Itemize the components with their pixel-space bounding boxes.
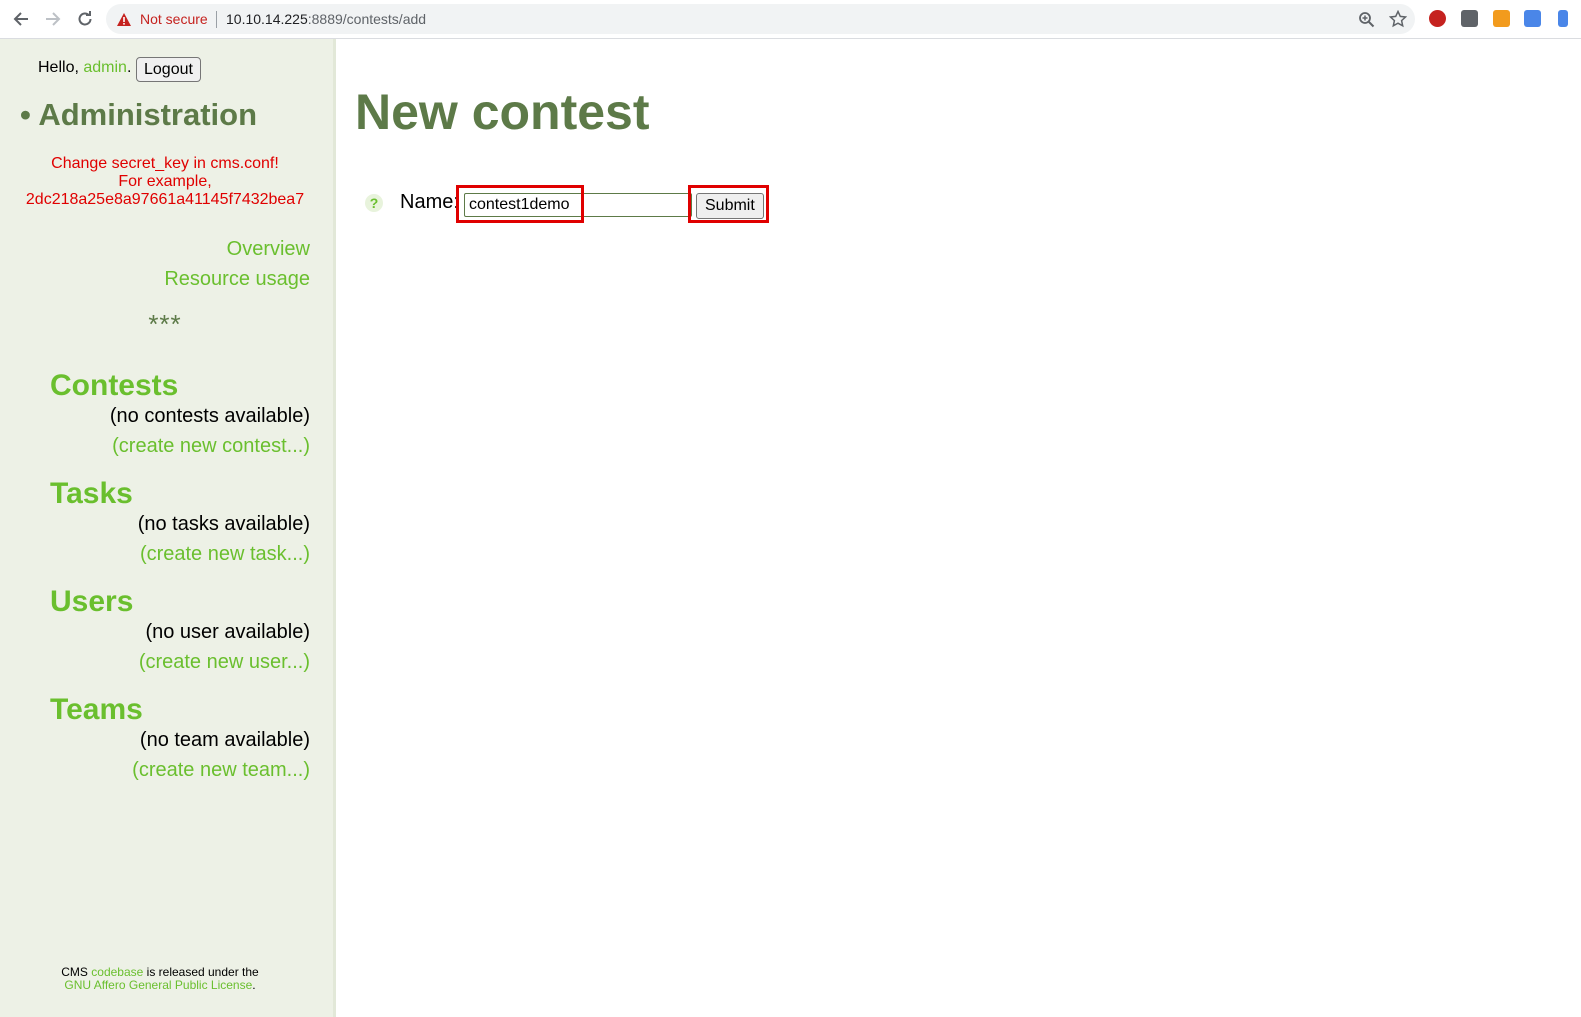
bookmark-star-icon[interactable]: [1388, 9, 1408, 33]
main-content: New contest ? Name: Submit: [336, 39, 1581, 1017]
contest-name-input[interactable]: [464, 193, 692, 217]
omnibox-divider: [216, 11, 217, 28]
orange-extension-icon[interactable]: [1493, 10, 1510, 27]
browser-toolbar: Not secure 10.10.14.225:8889/contests/ad…: [0, 0, 1581, 39]
name-label: Name:: [400, 191, 459, 213]
greeting-prefix: Hello,: [38, 59, 84, 76]
resource-usage-link[interactable]: Resource usage: [164, 268, 310, 291]
warning-line: 2dc218a25e8a97661a41145f7432bea7: [25, 191, 305, 208]
administration-heading: • Administration: [20, 97, 258, 132]
users-heading[interactable]: Users: [50, 585, 133, 619]
warning-triangle-icon: [116, 12, 132, 32]
create-task-link[interactable]: (create new task...): [140, 543, 310, 566]
logout-button[interactable]: Logout: [136, 57, 201, 82]
page-title: New contest: [355, 84, 650, 140]
menu-separator: ***: [148, 309, 182, 339]
warning-line: For example,: [118, 173, 212, 190]
adblock-extension-icon[interactable]: [1429, 10, 1446, 27]
help-icon[interactable]: ?: [365, 194, 383, 212]
footer-prefix: CMS: [61, 965, 92, 979]
overview-link[interactable]: Overview: [227, 238, 310, 261]
greeting-suffix: .: [126, 59, 132, 76]
create-contest-link[interactable]: (create new contest...): [112, 435, 310, 458]
zoom-icon[interactable]: [1358, 11, 1375, 33]
footer-license: CMS codebase is released under the GNU A…: [0, 966, 320, 992]
users-empty-text: (no user available): [145, 621, 310, 643]
contests-heading[interactable]: Contests: [50, 369, 178, 403]
license-link[interactable]: GNU Affero General Public License: [64, 978, 252, 992]
submit-button[interactable]: Submit: [696, 193, 764, 219]
contests-empty-text: (no contests available): [109, 405, 310, 427]
codebase-link[interactable]: codebase: [91, 965, 143, 979]
teams-empty-text: (no team available): [139, 729, 310, 751]
password-extension-icon[interactable]: [1461, 10, 1478, 27]
pen-extension-icon[interactable]: [1558, 10, 1568, 27]
footer-suffix: .: [252, 978, 256, 992]
tasks-heading[interactable]: Tasks: [50, 477, 133, 511]
footer-middle: is released under the: [143, 965, 259, 979]
greeting: Hello, admin.: [38, 59, 131, 77]
username-link[interactable]: admin: [83, 59, 127, 76]
create-team-link[interactable]: (create new team...): [132, 759, 310, 782]
tasks-empty-text: (no tasks available): [137, 513, 310, 535]
secret-key-warning: Change secret_key in cms.conf! For examp…: [0, 155, 330, 209]
create-user-link[interactable]: (create new user...): [139, 651, 310, 674]
url-text[interactable]: 10.10.14.225:8889/contests/add: [226, 11, 426, 27]
translate-extension-icon[interactable]: [1524, 10, 1541, 27]
address-bar[interactable]: Not secure 10.10.14.225:8889/contests/ad…: [106, 4, 1415, 34]
sidebar: Hello, admin. Logout • Administration Ch…: [0, 39, 336, 1017]
reload-icon[interactable]: [74, 8, 96, 30]
url-path: :8889/contests/add: [307, 11, 427, 27]
warning-line: Change secret_key in cms.conf!: [51, 155, 279, 172]
back-arrow-icon[interactable]: [10, 8, 32, 30]
forward-arrow-icon[interactable]: [42, 8, 64, 30]
security-status-label[interactable]: Not secure: [140, 11, 208, 27]
url-host: 10.10.14.225: [226, 11, 308, 27]
teams-heading[interactable]: Teams: [50, 693, 143, 727]
